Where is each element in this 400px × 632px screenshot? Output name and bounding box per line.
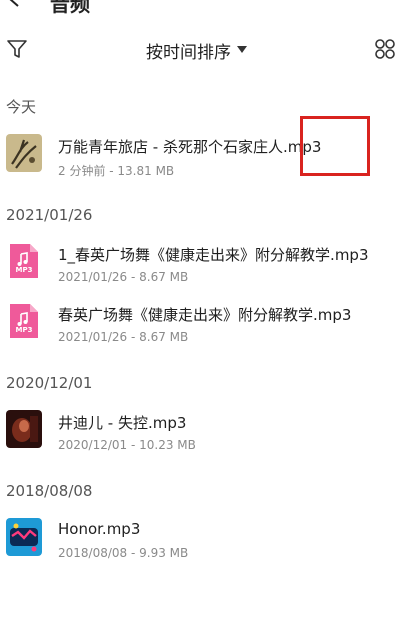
file-meta: 2018/08/08 - 9.93 MB	[58, 546, 189, 560]
sort-label: 按时间排序	[146, 42, 231, 63]
mp3-file-icon: MP3	[6, 242, 42, 280]
file-meta: 2021/01/26 - 8.67 MB	[58, 270, 189, 284]
grid-view-icon[interactable]	[374, 38, 396, 60]
file-name: 井迪儿 - 失控.mp3	[58, 414, 187, 432]
file-name: 春英广场舞《健康走出来》附分解教学.mp3	[58, 306, 352, 324]
highlight-box	[300, 116, 370, 176]
file-meta: 2020/12/01 - 10.23 MB	[58, 438, 196, 452]
section-header-today: 今天	[6, 98, 37, 116]
album-art-thumbnail	[6, 134, 42, 172]
back-arrow-icon[interactable]	[6, 0, 24, 8]
caret-down-icon	[237, 46, 247, 53]
sort-dropdown[interactable]: 按时间排序	[146, 36, 247, 64]
file-meta: 2 分钟前 - 13.81 MB	[58, 164, 175, 178]
list-item[interactable]: MP3 春英广场舞《健康走出来》附分解教学.mp3 2021/01/26 - 8…	[0, 302, 400, 356]
mp3-file-icon: MP3	[6, 302, 42, 340]
list-item[interactable]: Honor.mp3 2018/08/08 - 9.93 MB	[0, 518, 400, 572]
list-item[interactable]: 井迪儿 - 失控.mp3 2020/12/01 - 10.23 MB	[0, 410, 400, 464]
file-meta: 2021/01/26 - 8.67 MB	[58, 330, 189, 344]
album-art-thumbnail	[6, 518, 42, 556]
filter-icon[interactable]	[6, 38, 28, 60]
album-art-thumbnail	[6, 410, 42, 448]
mp3-tag: MP3	[15, 266, 33, 274]
toolbar: 按时间排序	[0, 30, 400, 70]
top-bar: 音频	[0, 0, 400, 14]
file-name: Honor.mp3	[58, 520, 141, 538]
mp3-tag: MP3	[15, 326, 33, 334]
section-header-date: 2020/12/01	[6, 374, 93, 392]
file-name: 万能青年旅店 - 杀死那个石家庄人.mp3	[58, 138, 322, 156]
list-item[interactable]: MP3 1_春英广场舞《健康走出来》附分解教学.mp3 2021/01/26 -…	[0, 242, 400, 296]
section-header-date: 2018/08/08	[6, 482, 93, 500]
section-header-date: 2021/01/26	[6, 206, 93, 224]
file-name: 1_春英广场舞《健康走出来》附分解教学.mp3	[58, 246, 369, 264]
page-title: 音频	[50, 0, 90, 14]
